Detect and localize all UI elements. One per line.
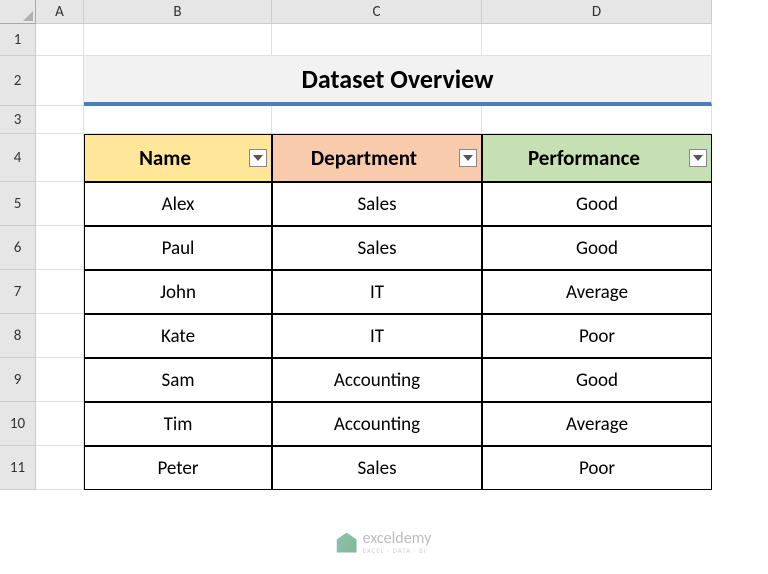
cell-a6[interactable] [36, 226, 84, 270]
table-row[interactable]: Average [482, 402, 712, 446]
table-row[interactable]: IT [272, 314, 482, 358]
header-name-label: Name [139, 145, 191, 171]
table-row[interactable]: John [84, 270, 272, 314]
cell-a2[interactable] [36, 56, 84, 106]
cell-c3[interactable] [272, 106, 482, 134]
table-row[interactable]: Good [482, 358, 712, 402]
row-header-5[interactable]: 5 [0, 182, 36, 226]
watermark-main: exceldemy [363, 531, 432, 547]
watermark: exceldemy EXCEL · DATA · BI [337, 531, 432, 554]
cell-a10[interactable] [36, 402, 84, 446]
row-header-8[interactable]: 8 [0, 314, 36, 358]
col-header-d[interactable]: D [482, 0, 712, 24]
filter-button-department[interactable] [459, 149, 477, 167]
watermark-sub: EXCEL · DATA · BI [363, 547, 432, 554]
header-performance[interactable]: Performance [482, 134, 712, 182]
table-row[interactable]: Accounting [272, 358, 482, 402]
row-header-3[interactable]: 3 [0, 106, 36, 134]
filter-button-name[interactable] [249, 149, 267, 167]
table-row[interactable]: Average [482, 270, 712, 314]
col-header-a[interactable]: A [36, 0, 84, 24]
row-header-6[interactable]: 6 [0, 226, 36, 270]
table-row[interactable]: Good [482, 182, 712, 226]
watermark-text: exceldemy EXCEL · DATA · BI [363, 531, 432, 554]
cell-a5[interactable] [36, 182, 84, 226]
table-row[interactable]: Good [482, 226, 712, 270]
cell-a7[interactable] [36, 270, 84, 314]
chevron-down-icon [253, 155, 263, 161]
cell-d1[interactable] [482, 24, 712, 56]
cell-b3[interactable] [84, 106, 272, 134]
cell-a3[interactable] [36, 106, 84, 134]
select-all-corner[interactable] [0, 0, 36, 24]
cell-a4[interactable] [36, 134, 84, 182]
row-header-11[interactable]: 11 [0, 446, 36, 490]
table-row[interactable]: Paul [84, 226, 272, 270]
header-performance-label: Performance [528, 145, 640, 171]
table-row[interactable]: Tim [84, 402, 272, 446]
row-header-2[interactable]: 2 [0, 56, 36, 106]
chevron-down-icon [463, 155, 473, 161]
table-row[interactable]: Kate [84, 314, 272, 358]
col-header-b[interactable]: B [84, 0, 272, 24]
table-row[interactable]: Sales [272, 446, 482, 490]
table-row[interactable]: Peter [84, 446, 272, 490]
cell-d3[interactable] [482, 106, 712, 134]
row-header-9[interactable]: 9 [0, 358, 36, 402]
header-name[interactable]: Name [84, 134, 272, 182]
cell-b1[interactable] [84, 24, 272, 56]
filter-button-performance[interactable] [689, 149, 707, 167]
spreadsheet-grid: A B C D 1 2 Dataset Overview 3 4 Name De… [0, 0, 768, 490]
cell-a9[interactable] [36, 358, 84, 402]
header-department[interactable]: Department [272, 134, 482, 182]
cell-a11[interactable] [36, 446, 84, 490]
cell-a8[interactable] [36, 314, 84, 358]
table-row[interactable]: Accounting [272, 402, 482, 446]
row-header-4[interactable]: 4 [0, 134, 36, 182]
table-row[interactable]: IT [272, 270, 482, 314]
table-row[interactable]: Poor [482, 314, 712, 358]
row-header-10[interactable]: 10 [0, 402, 36, 446]
header-department-label: Department [311, 145, 417, 171]
watermark-logo-icon [337, 533, 357, 553]
row-header-7[interactable]: 7 [0, 270, 36, 314]
cell-a1[interactable] [36, 24, 84, 56]
table-row[interactable]: Sales [272, 182, 482, 226]
chevron-down-icon [693, 155, 703, 161]
table-row[interactable]: Alex [84, 182, 272, 226]
cell-c1[interactable] [272, 24, 482, 56]
table-row[interactable]: Sam [84, 358, 272, 402]
col-header-c[interactable]: C [272, 0, 482, 24]
table-row[interactable]: Sales [272, 226, 482, 270]
dataset-title[interactable]: Dataset Overview [84, 56, 712, 106]
row-header-1[interactable]: 1 [0, 24, 36, 56]
table-row[interactable]: Poor [482, 446, 712, 490]
